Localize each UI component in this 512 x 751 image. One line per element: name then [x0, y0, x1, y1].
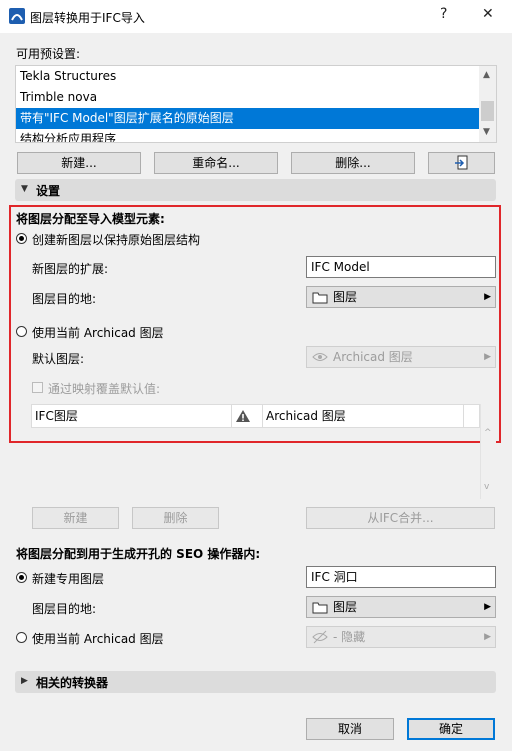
seo-destination-value: 图层 [333, 600, 358, 614]
scroll-thumb[interactable] [481, 101, 494, 121]
folder-icon [312, 602, 328, 614]
new-preset-button[interactable]: 新建... [17, 152, 141, 174]
dropdown-arrow-icon: ▶ [484, 352, 491, 362]
settings-section-header[interactable]: ▼ 设置 [15, 179, 496, 201]
extension-label: 新图层的扩展: [32, 262, 109, 276]
export-preset-button[interactable] [428, 152, 495, 174]
seo-current-layer-value: - 隐藏 [333, 630, 366, 644]
title-bar: 图层转换用于IFC导入 ? ✕ [0, 0, 512, 33]
settings-header-label: 设置 [36, 184, 61, 198]
destination-dropdown[interactable]: 图层 ▶ [306, 286, 496, 308]
seo-current-layer-dropdown[interactable]: - 隐藏 ▶ [306, 626, 496, 648]
new-dedicated-layer-radio[interactable] [16, 572, 27, 583]
export-icon [454, 155, 467, 170]
destination-label: 图层目的地: [32, 292, 97, 306]
expand-arrow-icon: ▶ [21, 676, 28, 686]
seo-destination-label: 图层目的地: [32, 602, 97, 616]
hidden-eye-icon [312, 630, 328, 644]
create-layers-label[interactable]: 创建新图层以保持原始图层结构 [32, 231, 200, 248]
extension-input[interactable]: IFC Model [306, 256, 496, 278]
merge-from-ifc-button[interactable]: 从IFC合并... [306, 507, 495, 529]
scroll-up-icon[interactable]: ▲ [483, 70, 490, 80]
seo-destination-dropdown[interactable]: 图层 ▶ [306, 596, 496, 618]
default-layer-value: Archicad 图层 [333, 350, 413, 364]
delete-preset-button[interactable]: 删除... [291, 152, 415, 174]
preset-item[interactable]: Tekla Structures [16, 66, 479, 87]
table-header-ifc-layer: IFC图层 [35, 409, 78, 423]
use-current-radio[interactable] [16, 326, 27, 337]
create-layers-radio[interactable] [16, 233, 27, 244]
preset-item[interactable]: 结构分析应用程序 [16, 129, 479, 142]
dropdown-arrow-icon: ▶ [484, 602, 491, 612]
mapping-table: IFC图层 Archicad 图层 [31, 404, 480, 428]
seo-use-current-radio[interactable] [16, 632, 27, 643]
table-header-archicad-layer: Archicad 图层 [266, 409, 346, 423]
help-button[interactable]: ? [440, 6, 447, 22]
dropdown-arrow-icon: ▶ [484, 292, 491, 302]
new-mapping-button[interactable]: 新建 [32, 507, 119, 529]
mapping-table-scrollbar[interactable]: ^ v [480, 404, 496, 499]
default-layer-label: 默认图层: [32, 352, 85, 366]
use-current-label[interactable]: 使用当前 Archicad 图层 [32, 324, 164, 341]
folder-icon [312, 292, 328, 304]
seo-title: 将图层分配到用于生成开孔的 SEO 操作器内: [16, 547, 261, 561]
related-header-label: 相关的转换器 [36, 676, 109, 690]
close-button[interactable]: ✕ [482, 6, 494, 22]
preset-item-selected[interactable]: 带有"IFC Model"图层扩展名的原始图层 [16, 108, 479, 129]
eye-icon [312, 353, 328, 361]
scroll-up-icon[interactable]: ^ [484, 428, 492, 438]
scroll-down-icon[interactable]: v [484, 482, 489, 492]
ok-button[interactable]: 确定 [407, 718, 495, 740]
destination-value: 图层 [333, 290, 358, 304]
warning-icon [236, 410, 250, 422]
scroll-down-icon[interactable]: ▼ [483, 127, 490, 137]
default-layer-dropdown[interactable]: Archicad 图层 ▶ [306, 346, 496, 368]
window-title: 图层转换用于IFC导入 [30, 11, 145, 25]
presets-label: 可用预设置: [16, 47, 81, 61]
related-translators-header[interactable]: ▶ 相关的转换器 [15, 671, 496, 693]
override-label: 通过映射覆盖默认值: [48, 382, 161, 396]
seo-use-current-label[interactable]: 使用当前 Archicad 图层 [32, 630, 164, 647]
assign-title: 将图层分配至导入模型元素: [16, 212, 165, 226]
dropdown-arrow-icon: ▶ [484, 632, 491, 642]
seo-layer-name-input[interactable]: IFC 洞口 [306, 566, 496, 588]
presets-list[interactable]: Tekla Structures Trimble nova 带有"IFC Mod… [15, 65, 497, 143]
delete-mapping-button[interactable]: 删除 [132, 507, 219, 529]
override-checkbox[interactable] [32, 382, 43, 393]
new-dedicated-layer-label[interactable]: 新建专用图层 [32, 570, 104, 587]
preset-item[interactable]: Trimble nova [16, 87, 479, 108]
archicad-logo-icon [9, 8, 25, 24]
presets-scrollbar[interactable]: ▲ ▼ [479, 66, 496, 142]
rename-preset-button[interactable]: 重命名... [154, 152, 278, 174]
cancel-button[interactable]: 取消 [306, 718, 394, 740]
collapse-arrow-icon: ▼ [21, 184, 28, 194]
